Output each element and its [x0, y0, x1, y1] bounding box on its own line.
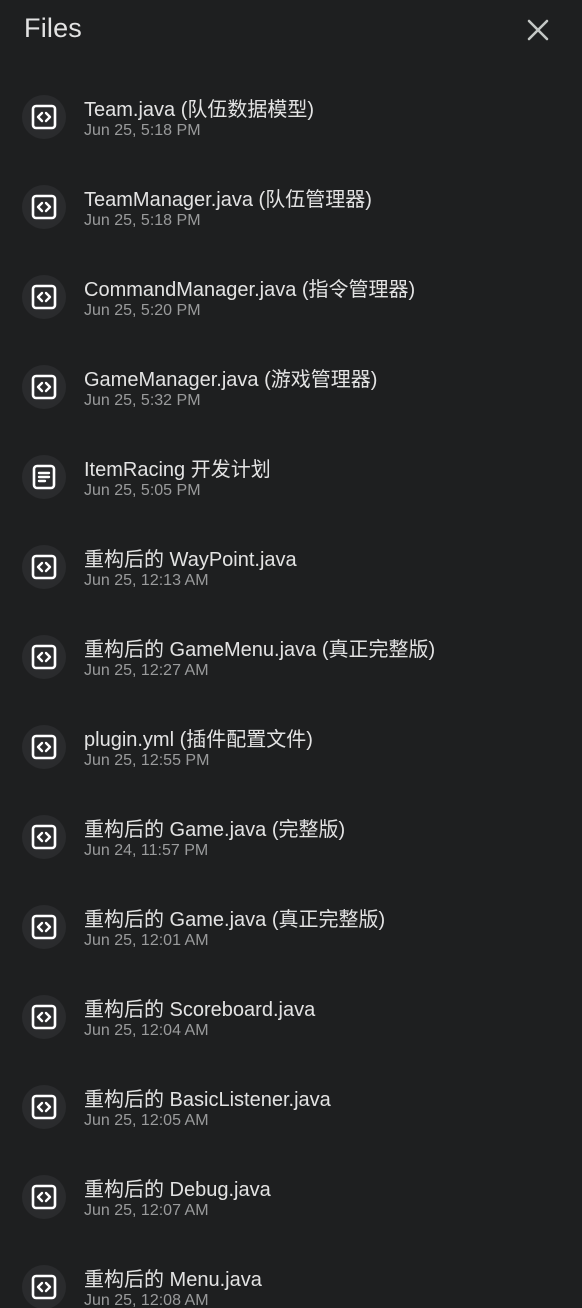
file-icon-wrap	[22, 635, 66, 679]
file-icon-wrap	[22, 815, 66, 859]
file-date: Jun 25, 5:18 PM	[84, 212, 201, 229]
file-name: ItemRacing 开发计划	[84, 459, 271, 481]
file-name: 重构后的 Scoreboard.java	[84, 999, 316, 1021]
code-icon	[31, 1004, 57, 1030]
file-list-item[interactable]: 重构后的 Debug.java Jun 25, 12:07 AM	[0, 1152, 582, 1242]
file-list-item[interactable]: plugin.yml (插件配置文件) Jun 25, 12:55 PM	[0, 702, 582, 792]
files-header: Files	[0, 0, 582, 62]
file-icon-wrap	[22, 545, 66, 589]
file-list-item[interactable]: GameManager.java (游戏管理器) Jun 25, 5:32 PM	[0, 342, 582, 432]
file-list-item[interactable]: ItemRacing 开发计划 Jun 25, 5:05 PM	[0, 432, 582, 522]
file-icon-wrap	[22, 95, 66, 139]
file-icon-wrap	[22, 1085, 66, 1129]
file-name: 重构后的 Debug.java	[84, 1179, 271, 1201]
code-icon	[31, 284, 57, 310]
panel-title: Files	[24, 13, 83, 43]
close-icon	[527, 19, 549, 41]
file-date: Jun 25, 12:04 AM	[84, 1022, 209, 1039]
file-date: Jun 25, 5:18 PM	[84, 122, 201, 139]
file-icon-wrap	[22, 725, 66, 769]
file-list-item[interactable]: 重构后的 WayPoint.java Jun 25, 12:13 AM	[0, 522, 582, 612]
files-panel: Files Team.java (队伍数据模型) Jun 25, 5:18 PM…	[0, 0, 582, 1308]
file-list: Team.java (队伍数据模型) Jun 25, 5:18 PM TeamM…	[0, 72, 582, 1308]
file-list-item[interactable]: 重构后的 Game.java (真正完整版) Jun 25, 12:01 AM	[0, 882, 582, 972]
code-icon	[31, 1274, 57, 1300]
file-list-item[interactable]: 重构后的 Game.java (完整版) Jun 24, 11:57 PM	[0, 792, 582, 882]
file-list-item[interactable]: 重构后的 BasicListener.java Jun 25, 12:05 AM	[0, 1062, 582, 1152]
code-icon	[31, 1184, 57, 1210]
file-name: 重构后的 Game.java (完整版)	[84, 819, 346, 841]
file-name: 重构后的 WayPoint.java	[84, 549, 297, 571]
file-icon-wrap	[22, 275, 66, 319]
file-date: Jun 25, 5:32 PM	[84, 392, 201, 409]
file-name: Team.java (队伍数据模型)	[84, 99, 315, 121]
code-icon	[31, 734, 57, 760]
code-icon	[31, 104, 57, 130]
code-icon	[31, 824, 57, 850]
code-icon	[31, 1094, 57, 1120]
file-date: Jun 25, 12:13 AM	[84, 572, 209, 589]
file-name: 重构后的 BasicListener.java	[84, 1089, 331, 1111]
file-name: TeamManager.java (队伍管理器)	[84, 189, 372, 211]
file-list-item[interactable]: CommandManager.java (指令管理器) Jun 25, 5:20…	[0, 252, 582, 342]
file-date: Jun 25, 12:55 PM	[84, 752, 210, 769]
file-icon-wrap	[22, 185, 66, 229]
file-date: Jun 25, 12:27 AM	[84, 662, 209, 679]
file-list-item[interactable]: 重构后的 Menu.java Jun 25, 12:08 AM	[0, 1242, 582, 1308]
file-icon-wrap	[22, 1175, 66, 1219]
document-icon	[32, 464, 56, 490]
code-icon	[31, 554, 57, 580]
code-icon	[31, 374, 57, 400]
file-date: Jun 25, 5:05 PM	[84, 482, 201, 499]
file-name: GameManager.java (游戏管理器)	[84, 369, 378, 391]
file-icon-wrap	[22, 995, 66, 1039]
file-list-item[interactable]: 重构后的 Scoreboard.java Jun 25, 12:04 AM	[0, 972, 582, 1062]
file-icon-wrap	[22, 1265, 66, 1308]
code-icon	[31, 194, 57, 220]
code-icon	[31, 644, 57, 670]
file-date: Jun 25, 12:05 AM	[84, 1112, 209, 1129]
file-name: CommandManager.java (指令管理器)	[84, 279, 416, 301]
file-date: Jun 25, 12:07 AM	[84, 1202, 209, 1219]
file-name: plugin.yml (插件配置文件)	[84, 729, 313, 751]
file-name: 重构后的 Menu.java	[84, 1269, 262, 1291]
file-date: Jun 25, 12:01 AM	[84, 932, 209, 949]
file-list-item[interactable]: TeamManager.java (队伍管理器) Jun 25, 5:18 PM	[0, 162, 582, 252]
file-name: 重构后的 Game.java (真正完整版)	[84, 909, 386, 931]
close-button[interactable]	[520, 12, 556, 48]
file-icon-wrap	[22, 905, 66, 949]
file-date: Jun 24, 11:57 PM	[84, 842, 209, 859]
file-icon-wrap	[22, 365, 66, 409]
file-list-item[interactable]: Team.java (队伍数据模型) Jun 25, 5:18 PM	[0, 72, 582, 162]
file-icon-wrap	[22, 455, 66, 499]
file-name: 重构后的 GameMenu.java (真正完整版)	[84, 639, 436, 661]
code-icon	[31, 914, 57, 940]
file-date: Jun 25, 12:08 AM	[84, 1292, 209, 1308]
file-date: Jun 25, 5:20 PM	[84, 302, 201, 319]
file-list-item[interactable]: 重构后的 GameMenu.java (真正完整版) Jun 25, 12:27…	[0, 612, 582, 702]
